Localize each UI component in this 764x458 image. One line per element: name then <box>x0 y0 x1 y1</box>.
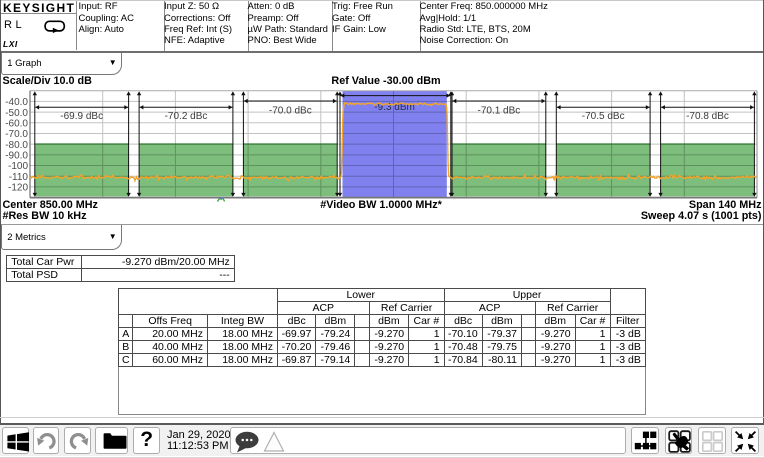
svg-text:-110: -110 <box>9 172 29 183</box>
svg-text:-80.0: -80.0 <box>5 140 28 151</box>
svg-text:-70.0: -70.0 <box>5 129 28 140</box>
svg-text:-90.0: -90.0 <box>5 151 28 162</box>
svg-text:-60.0: -60.0 <box>5 119 28 130</box>
svg-text:-120: -120 <box>8 183 28 194</box>
svg-text:-70.8 dBc: -70.8 dBc <box>686 111 729 122</box>
svg-text:-70.5 dBc: -70.5 dBc <box>582 111 625 122</box>
svg-text:-70.1 dBc: -70.1 dBc <box>477 105 520 116</box>
svg-text:-70.2 dBc: -70.2 dBc <box>165 111 208 122</box>
svg-text:-100: -100 <box>8 161 28 172</box>
svg-text:-50.0: -50.0 <box>5 108 28 119</box>
svg-text:-70.0 dBc: -70.0 dBc <box>269 105 312 116</box>
svg-text:-69.9 dBc: -69.9 dBc <box>60 111 103 122</box>
svg-text:-40.0: -40.0 <box>5 97 28 108</box>
